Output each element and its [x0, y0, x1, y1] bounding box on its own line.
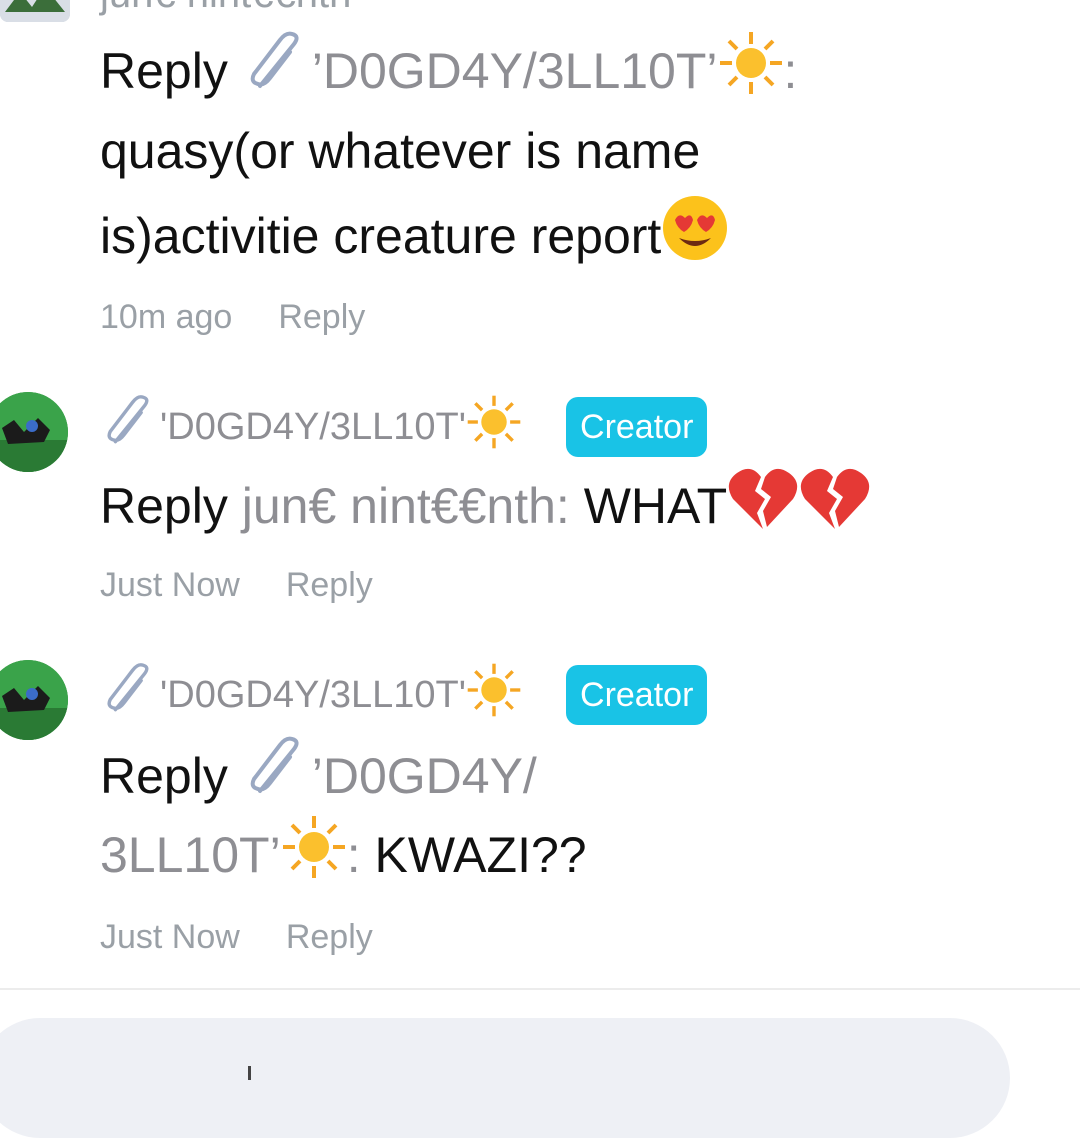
username[interactable]: 'D0GD4Y/3LL10T'	[160, 406, 466, 449]
top-username-cut: jun€ nint€€nth	[100, 0, 351, 17]
comment-text-line: Reply ’D0GD4Y/	[100, 733, 537, 827]
paperclip-icon	[242, 733, 312, 827]
reply-to-name: 3LL10T’	[100, 827, 281, 884]
creator-badge: Creator	[566, 665, 708, 725]
username[interactable]: 'D0GD4Y/3LL10T'	[160, 674, 466, 717]
reply-to-name: jun€ nint€€nth	[241, 478, 556, 535]
divider	[0, 988, 1080, 990]
comment-text: Reply ’D0GD4Y/3LL10T’ :	[100, 28, 797, 122]
comment-text-fragment: is)activitie creature report	[100, 208, 662, 265]
timestamp: Just Now	[100, 566, 240, 604]
reply-to-name: ’D0GD4Y/	[311, 748, 537, 805]
sun-icon	[718, 30, 784, 120]
reply-button[interactable]: Reply	[286, 918, 373, 956]
broken-heart-icon	[799, 465, 871, 555]
reply-label: Reply	[100, 478, 228, 535]
comment-text-line: 3LL10T’ : KWAZI??	[100, 814, 587, 904]
paperclip-icon	[100, 392, 160, 462]
reply-label: Reply	[100, 43, 228, 100]
reply-button[interactable]: Reply	[278, 298, 365, 336]
comment-text-line: quasy(or whatever is name	[100, 123, 701, 179]
avatar[interactable]	[0, 0, 70, 22]
broken-heart-icon	[727, 465, 799, 555]
sun-icon	[466, 394, 522, 460]
paperclip-icon	[100, 660, 160, 730]
comment-header: 'D0GD4Y/3LL10T' Creator	[100, 392, 708, 462]
avatar[interactable]	[0, 660, 68, 740]
comment-body: WHAT	[583, 478, 728, 535]
timestamp: 10m ago	[100, 298, 233, 336]
sun-icon	[281, 814, 347, 904]
timestamp: Just Now	[100, 918, 240, 956]
sun-icon	[466, 662, 522, 728]
comment-text-line: is)activitie creature report	[100, 194, 729, 286]
avatar[interactable]	[0, 392, 68, 472]
comment-meta: 10m ago Reply	[100, 298, 365, 337]
comment-text: Reply jun€ nint€€nth: WHAT	[100, 465, 871, 555]
reply-button[interactable]: Reply	[286, 566, 373, 604]
comment-meta: Just Now Reply	[100, 918, 373, 957]
comment-header: 'D0GD4Y/3LL10T' Creator	[100, 660, 708, 730]
heart-eyes-emoji-icon	[661, 194, 729, 286]
comment-meta: Just Now Reply	[100, 566, 373, 605]
reply-label: Reply	[100, 748, 228, 805]
reply-to-name: ’D0GD4Y/3LL10T’	[311, 43, 718, 100]
paperclip-icon	[242, 28, 312, 122]
comment-input[interactable]	[0, 1018, 1010, 1138]
text-caret	[248, 1066, 251, 1080]
creator-badge: Creator	[566, 397, 708, 457]
comment-body: KWAZI??	[374, 827, 587, 884]
